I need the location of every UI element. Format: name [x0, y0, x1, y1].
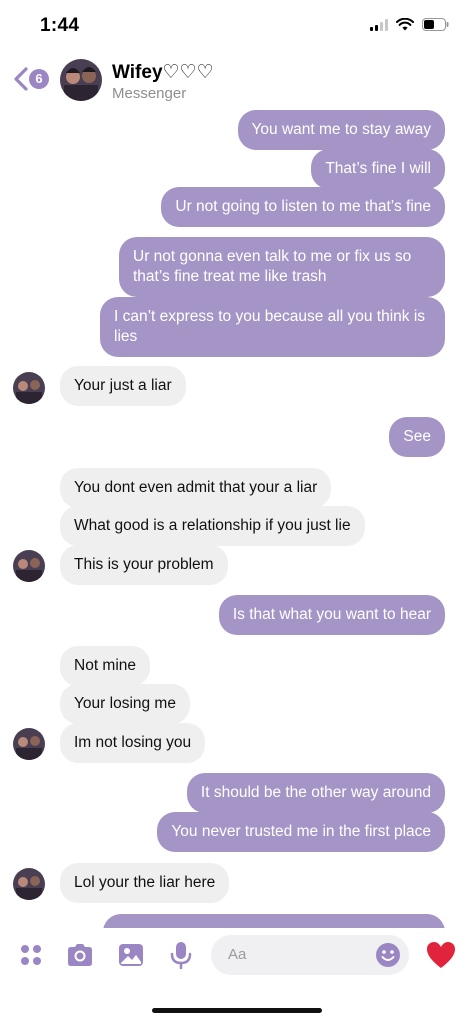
- message-bubble-incoming[interactable]: Not mine: [60, 646, 151, 686]
- message-bubble-incoming[interactable]: Your just a liar: [60, 366, 186, 406]
- home-indicator: [152, 1008, 322, 1013]
- wifi-icon: [396, 18, 414, 31]
- message-thread[interactable]: You want me to stay away That’s fine I w…: [0, 108, 473, 928]
- message-bubble-outgoing[interactable]: That’s fine I will: [311, 149, 445, 189]
- apps-icon[interactable]: [16, 940, 46, 970]
- message-bubble-outgoing[interactable]: You want me to stay away: [237, 110, 445, 150]
- message-bubble-incoming[interactable]: Im not losing you: [60, 723, 206, 763]
- battery-icon: [422, 18, 449, 31]
- message-bubble-outgoing[interactable]: Is that what you want to hear: [218, 595, 445, 635]
- status-bar: 1:44: [0, 0, 473, 50]
- message-bubble-incoming[interactable]: You dont even admit that your a liar: [60, 468, 332, 508]
- heart-icon[interactable]: [425, 940, 457, 970]
- microphone-icon[interactable]: [166, 940, 196, 970]
- message-bubble-incoming[interactable]: Your losing me: [60, 684, 190, 724]
- message-bubble-outgoing[interactable]: I can’t express to you because all you t…: [100, 297, 445, 357]
- back-chevron-icon[interactable]: [12, 66, 30, 92]
- contact-subtitle: Messenger: [112, 85, 187, 102]
- contact-avatar[interactable]: [60, 59, 102, 101]
- message-composer: Aa: [0, 928, 473, 988]
- unread-count-badge[interactable]: 6: [29, 69, 49, 89]
- contact-avatar-small[interactable]: [13, 868, 45, 900]
- cellular-signal-icon: [370, 18, 388, 31]
- message-bubble-outgoing-partial[interactable]: [103, 914, 445, 928]
- contact-name[interactable]: Wifey♡♡♡: [112, 61, 214, 84]
- emoji-icon[interactable]: [375, 942, 401, 968]
- message-input[interactable]: Aa: [211, 935, 409, 975]
- message-bubble-outgoing[interactable]: See: [389, 417, 445, 457]
- contact-avatar-small[interactable]: [13, 728, 45, 760]
- message-bubble-incoming[interactable]: What good is a relationship if you just …: [60, 506, 365, 546]
- message-bubble-incoming[interactable]: This is your problem: [60, 545, 228, 585]
- message-bubble-incoming[interactable]: Lol your the liar here: [60, 863, 230, 903]
- status-time: 1:44: [40, 15, 80, 36]
- status-icons: [370, 18, 449, 31]
- conversation-header: 6 Wifey♡♡♡ Messenger: [0, 52, 473, 108]
- photo-icon[interactable]: [116, 940, 146, 970]
- message-bubble-outgoing[interactable]: You never trusted me in the first place: [157, 812, 445, 852]
- contact-avatar-small[interactable]: [13, 550, 45, 582]
- message-input-placeholder: Aa: [228, 946, 247, 963]
- message-bubble-outgoing[interactable]: It should be the other way around: [186, 773, 445, 813]
- message-bubble-outgoing[interactable]: Ur not gonna even talk to me or fix us s…: [119, 237, 445, 297]
- camera-icon[interactable]: [65, 940, 95, 970]
- message-bubble-outgoing[interactable]: Ur not going to listen to me that’s fine: [161, 187, 445, 227]
- contact-avatar-small[interactable]: [13, 372, 45, 404]
